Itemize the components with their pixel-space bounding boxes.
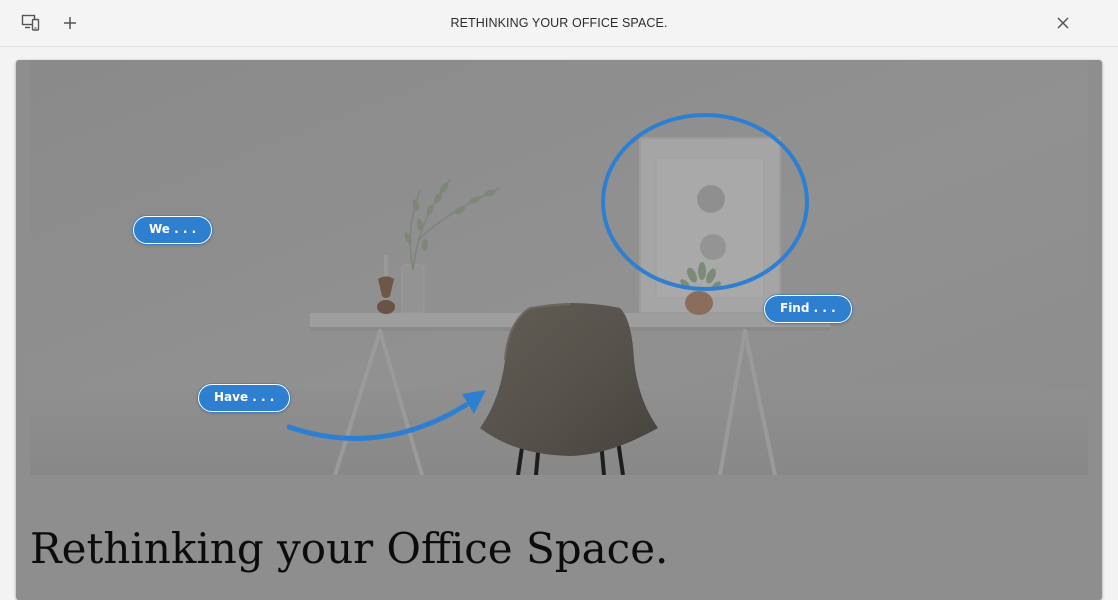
annotation-have[interactable]: Have . . . (198, 384, 291, 412)
canvas-area: Rethinking your Office Space. (0, 47, 1118, 600)
annotation-find[interactable]: Find . . . (764, 295, 852, 323)
annotation-we[interactable]: We . . . (133, 216, 213, 244)
slide-heading[interactable]: Rethinking your Office Space. (30, 524, 668, 573)
close-button[interactable] (1050, 11, 1076, 35)
office-desk-photo (30, 60, 1088, 475)
hero-image (30, 60, 1088, 475)
slide-card[interactable]: Rethinking your Office Space. (16, 60, 1102, 600)
close-icon (1057, 17, 1069, 29)
window-title: RETHINKING YOUR OFFICE SPACE. (450, 16, 668, 30)
top-toolbar: RETHINKING YOUR OFFICE SPACE. (0, 0, 1118, 47)
